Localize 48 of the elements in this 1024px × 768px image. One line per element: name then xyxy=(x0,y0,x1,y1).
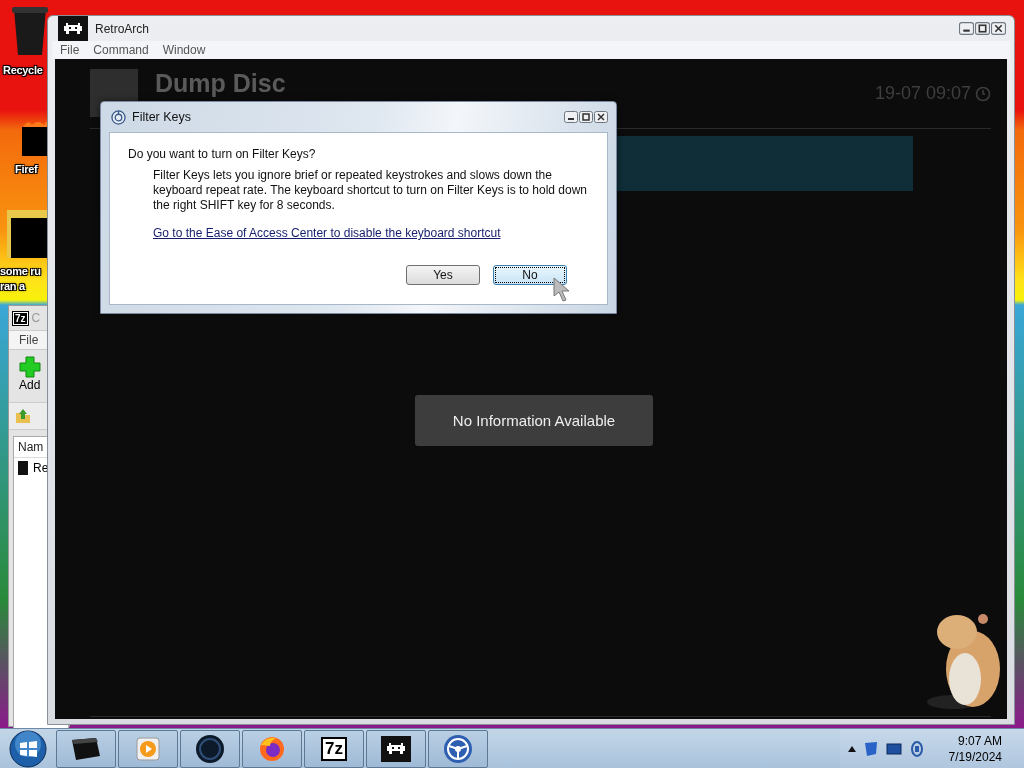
window-title: C xyxy=(31,311,41,325)
add-button[interactable]: Add xyxy=(19,378,41,392)
taskbar-button[interactable]: 7z xyxy=(304,729,364,768)
taskbar-button[interactable] xyxy=(56,729,116,768)
notification-toast: No Information Available xyxy=(415,395,653,446)
clock-date[interactable]: 7/19/2024 xyxy=(948,748,1002,765)
recycle-bin-icon xyxy=(10,5,50,57)
accessibility-icon xyxy=(111,109,126,125)
show-hidden-icons-icon[interactable] xyxy=(848,745,856,752)
icon-label: ran a xyxy=(0,279,25,294)
dialog-button[interactable]: No xyxy=(493,265,567,285)
maximize-icon[interactable] xyxy=(579,111,593,123)
taskbar-button[interactable] xyxy=(428,729,488,768)
taskbar-button[interactable] xyxy=(366,729,426,768)
clock-time[interactable]: 9:07 AM xyxy=(957,732,1002,749)
window-title: RetroArch xyxy=(95,21,151,36)
media-player-icon xyxy=(136,736,160,761)
icon-label: some ru xyxy=(0,264,41,279)
start-button[interactable] xyxy=(9,729,47,768)
minimize-icon[interactable] xyxy=(564,111,578,123)
icon-label: Recycle xyxy=(3,63,43,78)
folder-icon xyxy=(7,210,47,258)
invader-icon xyxy=(381,735,411,762)
icon-label: Firef xyxy=(15,162,38,177)
dialog-question: Do you want to turn on Filter Keys? xyxy=(128,147,317,161)
clock-icon xyxy=(975,85,991,102)
menu-item[interactable]: File xyxy=(60,43,80,57)
maximize-icon[interactable] xyxy=(975,22,990,35)
minimize-icon[interactable] xyxy=(959,22,974,35)
file-name[interactable]: Re xyxy=(33,461,49,475)
dialog-message: Filter Keys lets you ignore brief or repeated keystrokes and slows down the keyboard repeat rate. The keyboard shortcut to turn on Filter Keys is to hold down the right SHIFT key for 8 seconds. xyxy=(153,168,588,213)
plus-icon xyxy=(19,356,41,378)
close-icon[interactable] xyxy=(991,22,1006,35)
app-icon: 7z xyxy=(13,311,28,325)
dialog-button[interactable]: Yes xyxy=(406,265,480,285)
dialog-title: Filter Keys xyxy=(132,110,193,124)
column-header[interactable]: Nam xyxy=(18,440,44,454)
monitor-icon[interactable] xyxy=(886,742,902,755)
ease-of-access-link[interactable]: Go to the Ease of Access Center to disable the keyboard shortcut xyxy=(153,226,501,240)
file-icon xyxy=(18,461,28,475)
taskbar-button[interactable] xyxy=(180,729,240,768)
menu-item[interactable]: Command xyxy=(93,43,149,57)
menu-item[interactable]: Window xyxy=(162,43,206,57)
menu-title: Dump Disc xyxy=(155,69,287,97)
close-icon[interactable] xyxy=(594,111,608,123)
folder-up-icon[interactable] xyxy=(15,408,31,424)
steering-wheel-icon xyxy=(443,733,473,764)
app-icon: 7z xyxy=(321,736,347,761)
